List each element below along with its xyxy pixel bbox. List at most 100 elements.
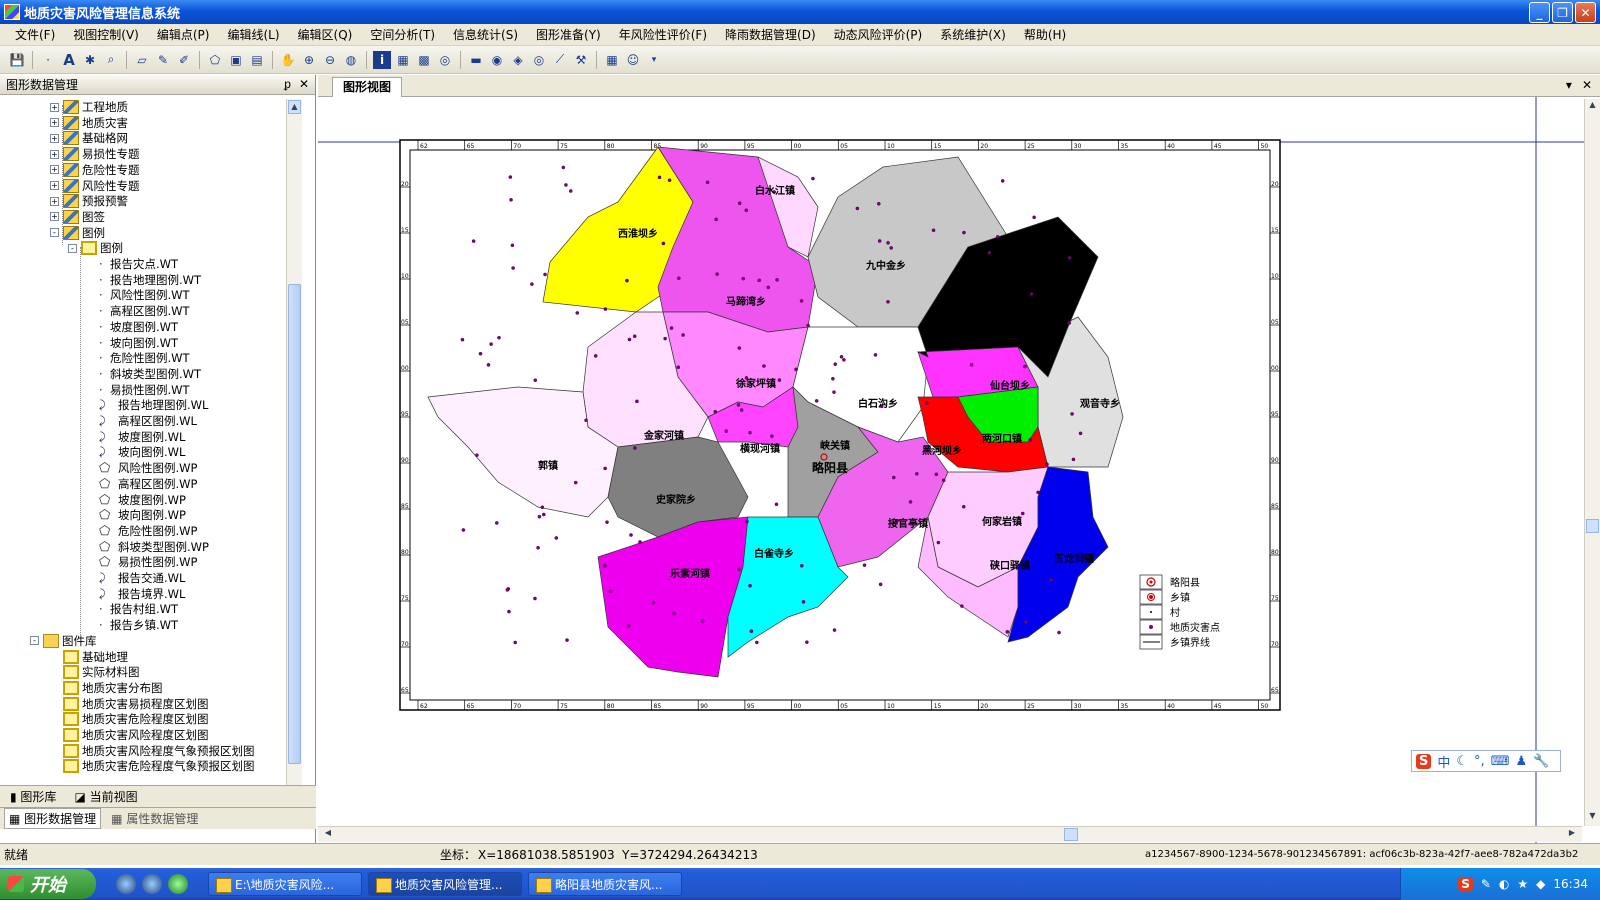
query-point-icon[interactable]: ⌕ [102,51,120,69]
menu-item[interactable]: 编辑区(Q) [289,26,362,43]
tree-node[interactable]: 基础地理 [50,649,128,665]
tree-node[interactable]: 地质灾害危险程度区划图 [50,711,209,727]
tree-node[interactable]: - 图例 [68,240,123,256]
tree-node[interactable]: · 坡向图例.WT [86,335,178,351]
map-horizontal-scrollbar[interactable]: ◀ ▶ [318,826,1582,842]
tree-node[interactable]: ⬠ 坡向图例.WP [86,507,186,523]
tree-scrollbar[interactable]: ▲ ▼ [286,99,302,803]
tree-node[interactable]: - 图件库 [30,633,97,649]
tab-dropdown-icon[interactable]: ▾ [1566,78,1572,92]
expand-icon[interactable]: + [50,165,59,175]
tree-node[interactable]: · 危险性图例.WT [86,350,190,366]
scroll-up-icon[interactable]: ▲ [288,100,301,114]
grid2-icon[interactable]: ▩ [415,51,433,69]
tab-graphics-view[interactable]: 图形视图 [332,77,403,97]
tree-node[interactable]: ⬠ 坡度图例.WP [86,492,186,508]
tree-node[interactable]: · 易损性图例.WT [86,382,190,398]
ie-icon[interactable] [116,874,136,894]
tree-node[interactable]: 地质灾害分布图 [50,680,163,696]
close-button[interactable]: ✕ [1575,2,1596,23]
collapse-icon[interactable]: - [50,228,59,238]
spiral-icon[interactable]: ◎ [436,51,454,69]
tree-node[interactable]: + 风险性专题 [50,178,140,194]
map-vscroll-thumb[interactable] [1586,519,1599,533]
expand-icon[interactable]: + [50,102,59,112]
draw-line-icon[interactable]: ✎ [154,51,172,69]
person-icon[interactable]: ♟ [1515,754,1527,769]
media-icon[interactable] [168,874,188,894]
tab-attribute-data[interactable]: ▦ 属性数据管理 [111,810,198,827]
brush-icon[interactable]: ⟋ [551,51,569,69]
scroll-thumb[interactable] [288,284,301,764]
sogou-icon[interactable]: S [1416,753,1432,769]
task-explorer[interactable]: E:\地质灾害风险... [208,872,362,896]
menu-item[interactable]: 文件(F) [6,26,64,43]
ime-toolbar[interactable]: S 中 ☾ °, ⌨ ♟ 🔧 [1411,750,1561,772]
target-icon[interactable]: ◎ [530,51,548,69]
tree-node[interactable]: · 风险性图例.WT [86,287,190,303]
map-scroll-right-icon[interactable]: ▶ [1566,828,1578,841]
tree-node[interactable]: 地质灾害易损程度区划图 [50,696,209,712]
menu-item[interactable]: 空间分析(T) [361,26,444,43]
task-app[interactable]: 地质灾害风险管理... [368,872,522,896]
zoom-in-icon[interactable]: ⊕ [300,51,318,69]
menu-item[interactable]: 年风险性评价(F) [610,26,716,43]
tool-icon[interactable]: ⚒ [572,51,590,69]
tree-node[interactable]: ⤸ 坡向图例.WL [86,444,185,460]
map-icon[interactable]: ▦ [603,51,621,69]
map-hscroll-thumb[interactable] [1064,828,1078,841]
toolbar-overflow-icon[interactable]: ▾ [645,51,663,69]
tree-node[interactable]: ⤸ 报告交通.WL [86,570,185,586]
globe-icon[interactable]: ◍ [342,51,360,69]
save-icon[interactable]: 💾 [8,51,26,69]
minimize-button[interactable]: _ [1529,2,1550,23]
menu-item[interactable]: 动态风险评价(P) [825,26,932,43]
layer-icon[interactable]: ◈ [509,51,527,69]
restore-button[interactable]: ❐ [1552,2,1573,23]
tree-node[interactable]: 实际材料图 [50,664,140,680]
tree-node[interactable]: 地质灾害风险程度区划图 [50,727,209,743]
expand-icon[interactable]: + [50,181,59,190]
panel-close-icon[interactable]: ✕ [299,77,309,91]
map-scroll-up-icon[interactable]: ▲ [1586,100,1599,114]
moon-icon[interactable]: ☾ [1456,754,1468,769]
task-document[interactable]: 略阳县地质灾害风... [528,872,682,896]
tray-network-icon[interactable]: ◐ [1499,877,1509,891]
tree-node[interactable]: · 斜坡类型图例.WT [86,366,201,382]
menu-item[interactable]: 图形准备(Y) [527,26,610,43]
edit-line-icon[interactable]: ✐ [175,51,193,69]
collapse-icon[interactable]: - [30,636,39,646]
zoom-out-icon[interactable]: ⊖ [321,51,339,69]
tree-node[interactable]: 地质灾害风险程度气象预报区划图 [50,743,255,759]
menu-item[interactable]: 编辑线(L) [218,26,288,43]
point-icon[interactable]: · [39,51,57,69]
tree-node[interactable]: ⤸ 坡度图例.WL [86,429,185,445]
expand-icon[interactable]: + [50,196,59,206]
tree-node[interactable]: · 报告灾点.WT [86,256,178,272]
image-icon[interactable]: ▬ [467,51,485,69]
polygon-icon[interactable]: ⬠ [206,51,224,69]
menu-item[interactable]: 编辑点(P) [148,26,219,43]
expand-icon[interactable]: + [50,133,59,143]
ime-mode[interactable]: 中 [1437,752,1450,771]
menu-item[interactable]: 视图控制(V) [64,26,148,43]
map-canvas[interactable]: 62 62 65 65 70 70 75 75 80 80 85 85 90 90 95 95 00 00 05 05… [318,97,1600,843]
edit-point-icon[interactable]: ✱ [81,51,99,69]
keyboard-icon[interactable]: ⌨ [1491,754,1510,769]
tray-pen-icon[interactable]: ✎ [1481,877,1491,891]
tree-node[interactable]: · 报告村组.WT [86,601,178,617]
tray-sogou-icon[interactable]: S [1458,877,1473,891]
start-button[interactable]: 开始 [0,869,96,899]
user-icon[interactable]: ☺ [624,51,642,69]
tree-node[interactable]: · 高程区图例.WT [86,303,190,319]
menu-item[interactable]: 信息统计(S) [444,26,527,43]
pan-icon[interactable]: ✋ [279,51,297,69]
tab-graphics-data[interactable]: ▦ 图形数据管理 [4,808,102,829]
wrench-icon[interactable]: 🔧 [1533,754,1549,769]
tree-node[interactable]: 地质灾害危险程度气象预报区划图 [50,758,255,774]
tree-node[interactable]: · 报告乡镇.WT [86,617,178,633]
punct-icon[interactable]: °, [1474,754,1485,769]
tree-node[interactable]: ⤸ 高程区图例.WL [86,413,197,429]
edit-region-icon[interactable]: ▣ [227,51,245,69]
tree-node[interactable]: ⤸ 报告地理图例.WL [86,397,208,413]
